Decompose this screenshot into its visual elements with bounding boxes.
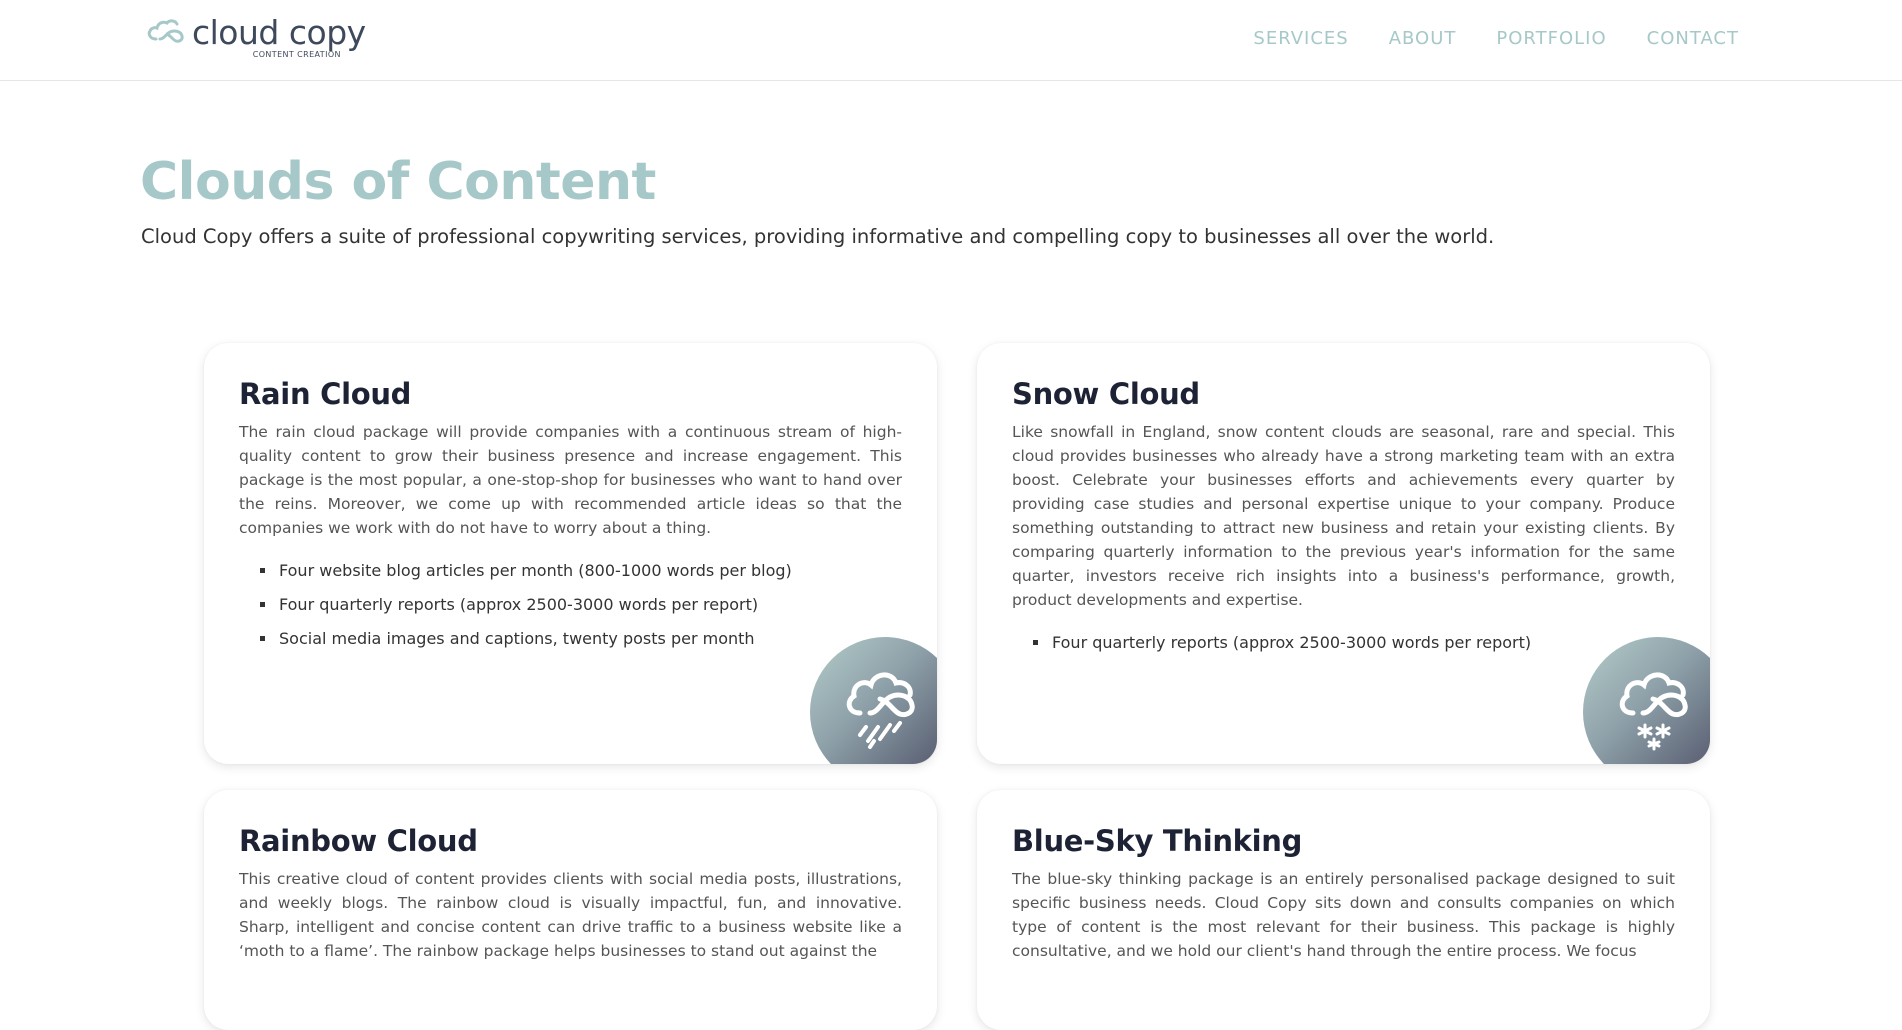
nav-link-about[interactable]: ABOUT xyxy=(1389,28,1457,49)
list-item: Four website blog articles per month (80… xyxy=(260,561,902,580)
rain-cloud-icon xyxy=(846,672,915,749)
card-description: The rain cloud package will provide comp… xyxy=(239,422,902,537)
card-feature-list: Four website blog articles per month (80… xyxy=(239,561,902,648)
list-item: Social media images and captions, twenty… xyxy=(260,629,902,648)
page-title: Clouds of Content xyxy=(140,152,656,212)
cloud-logo-icon xyxy=(147,19,184,43)
card-title: Blue-Sky Thinking xyxy=(1012,824,1303,858)
card-description: Like snowfall in England, snow content c… xyxy=(1012,422,1675,609)
service-card-rain-cloud: Rain Cloud The rain cloud package will p… xyxy=(204,343,937,764)
card-description: The blue-sky thinking package is an enti… xyxy=(1012,869,1675,960)
card-feature-list: Four quarterly reports (approx 2500-3000… xyxy=(1012,633,1675,652)
service-card-snow-cloud: Snow Cloud Like snowfall in England, sno… xyxy=(977,343,1710,764)
card-title: Rainbow Cloud xyxy=(239,824,478,858)
service-card-rainbow-cloud: Rainbow Cloud This creative cloud of con… xyxy=(204,790,937,1030)
list-item: Four quarterly reports (approx 2500-3000… xyxy=(260,595,902,614)
nav-link-contact[interactable]: CONTACT xyxy=(1647,28,1739,49)
page-subtitle: Cloud Copy offers a suite of professiona… xyxy=(141,225,1495,248)
service-card-blue-sky-thinking: Blue-Sky Thinking The blue-sky thinking … xyxy=(977,790,1710,1030)
card-title: Rain Cloud xyxy=(239,377,412,411)
card-badge xyxy=(810,637,937,764)
logo-subtitle: CONTENT CREATION xyxy=(252,50,341,59)
main-nav: SERVICES ABOUT PORTFOLIO CONTACT xyxy=(1253,28,1739,49)
snow-cloud-icon xyxy=(1619,672,1688,751)
card-description: This creative cloud of content provides … xyxy=(239,869,902,960)
list-item: Four quarterly reports (approx 2500-3000… xyxy=(1033,633,1675,652)
nav-link-services[interactable]: SERVICES xyxy=(1253,28,1348,49)
logo-text: cloud copy CONTENT CREATION xyxy=(192,14,366,59)
site-header: cloud copy CONTENT CREATION SERVICES ABO… xyxy=(0,0,1902,81)
logo[interactable]: cloud copy CONTENT CREATION xyxy=(146,14,366,62)
nav-link-portfolio[interactable]: PORTFOLIO xyxy=(1496,28,1606,49)
logo-title: cloud copy xyxy=(192,13,366,52)
card-badge xyxy=(1583,637,1710,764)
card-title: Snow Cloud xyxy=(1012,377,1200,411)
